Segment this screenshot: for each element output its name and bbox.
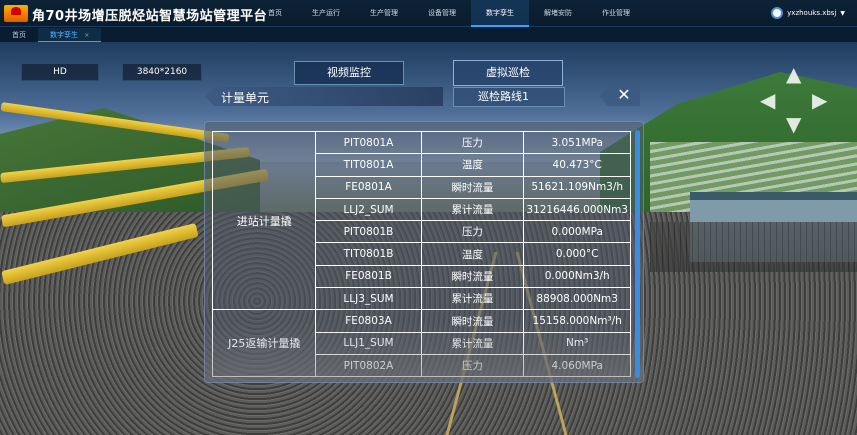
value-cell: 0.000Nm3/h bbox=[523, 264, 631, 289]
app-title: 角70井场增压脱烃站智慧场站管理平台 bbox=[32, 9, 268, 24]
tag-cell: LLJ3_SUM bbox=[315, 287, 422, 311]
tab-label: 首页 bbox=[12, 31, 26, 39]
close-panel-button[interactable]: ✕ bbox=[600, 86, 640, 106]
tag-cell: FE0801A bbox=[315, 175, 422, 199]
tab-home[interactable]: 首页 bbox=[0, 28, 38, 42]
arrow-left-icon[interactable]: ◀ bbox=[760, 90, 775, 110]
param-cell: 瞬时流量 bbox=[420, 264, 525, 289]
username: yxzhouks.xbsj bbox=[787, 9, 837, 17]
nav-item-equipment-management[interactable]: 设备管理 bbox=[413, 0, 471, 27]
scrollbar-thumb[interactable] bbox=[635, 130, 640, 378]
close-icon: ✕ bbox=[617, 85, 631, 104]
value-cell: Nm³ bbox=[523, 331, 631, 355]
virtual-patrol-button[interactable]: 虚拟巡检 bbox=[453, 60, 563, 86]
main-nav: 首页 生产运行 生产管理 设备管理 数字孪生 解堵安防 作业管理 bbox=[253, 0, 645, 27]
nav-item-production-operation[interactable]: 生产运行 bbox=[297, 0, 355, 27]
param-cell: 瞬时流量 bbox=[420, 175, 525, 199]
patrol-route-select[interactable]: 巡检路线1 bbox=[453, 87, 565, 107]
page-tabs: 首页 数字孪生 × bbox=[0, 28, 857, 42]
value-cell: 3.051MPa bbox=[523, 130, 631, 155]
param-cell: 累计流量 bbox=[420, 331, 525, 355]
value-cell: 31216446.000Nm3 bbox=[523, 197, 631, 222]
value-cell: 4.060MPa bbox=[523, 353, 631, 378]
nav-item-home[interactable]: 首页 bbox=[253, 0, 297, 27]
tag-cell: LLJ1_SUM bbox=[315, 331, 422, 355]
top-header: 角70井场增压脱烃站智慧场站管理平台 首页 生产运行 生产管理 设备管理 数字孪… bbox=[0, 0, 857, 27]
tag-cell: PIT0801B bbox=[315, 220, 422, 244]
chevron-down-icon: ▼ bbox=[840, 9, 845, 17]
scene-fence bbox=[650, 222, 857, 272]
user-menu[interactable]: yxzhouks.xbsj ▼ bbox=[771, 7, 845, 19]
param-cell: 压力 bbox=[420, 130, 525, 155]
tag-cell: TIT0801B bbox=[315, 242, 422, 266]
company-logo-icon bbox=[4, 5, 28, 22]
tag-cell: FE0801B bbox=[315, 264, 422, 289]
close-icon[interactable]: × bbox=[84, 32, 89, 39]
param-cell: 压力 bbox=[420, 220, 525, 244]
value-cell: 15158.000Nm³/h bbox=[523, 309, 631, 333]
value-cell: 0.000°C bbox=[523, 242, 631, 266]
metering-data-panel: 进站计量撬 PIT0801A 压力 3.051MPa TIT0801A 温度 4… bbox=[204, 121, 644, 383]
unit-title: 计量单元 bbox=[221, 91, 270, 105]
quality-selector[interactable]: HD bbox=[21, 63, 99, 81]
tab-digital-twin[interactable]: 数字孪生 × bbox=[38, 28, 102, 42]
arrow-right-icon[interactable]: ▶ bbox=[812, 90, 827, 110]
value-cell: 51621.109Nm3/h bbox=[523, 175, 631, 199]
resolution-selector[interactable]: 3840*2160 bbox=[122, 63, 202, 81]
value-cell: 88908.000Nm3 bbox=[523, 287, 631, 311]
group-cell: J25返输计量撬 bbox=[211, 309, 317, 378]
tab-label: 数字孪生 bbox=[50, 31, 78, 39]
arrow-down-icon[interactable]: ▼ bbox=[786, 114, 801, 134]
direction-pad: ▲ ▼ ◀ ▶ bbox=[758, 64, 834, 136]
value-cell: 0.000MPa bbox=[523, 220, 631, 244]
tag-cell: PIT0802A bbox=[315, 353, 422, 378]
param-cell: 累计流量 bbox=[420, 197, 525, 222]
arrow-up-icon[interactable]: ▲ bbox=[786, 64, 801, 84]
avatar bbox=[771, 7, 784, 19]
nav-item-operations[interactable]: 作业管理 bbox=[587, 0, 645, 27]
param-cell: 累计流量 bbox=[420, 287, 525, 311]
param-cell: 压力 bbox=[420, 353, 525, 378]
nav-item-production-management[interactable]: 生产管理 bbox=[355, 0, 413, 27]
param-cell: 温度 bbox=[420, 242, 525, 266]
tag-cell: PIT0801A bbox=[315, 130, 422, 155]
param-cell: 瞬时流量 bbox=[420, 309, 525, 333]
value-cell: 40.473°C bbox=[523, 153, 631, 177]
tag-cell: TIT0801A bbox=[315, 153, 422, 177]
nav-item-security[interactable]: 解堵安防 bbox=[529, 0, 587, 27]
group-cell: 进站计量撬 bbox=[211, 130, 317, 311]
tag-cell: FE0803A bbox=[315, 309, 422, 333]
param-cell: 温度 bbox=[420, 153, 525, 177]
table-row: 进站计量撬 PIT0801A 压力 3.051MPa bbox=[211, 130, 631, 311]
table-scrollbar[interactable] bbox=[635, 130, 640, 378]
table-row: J25返输计量撬 FE0803A 瞬时流量 15158.000Nm³/h bbox=[211, 309, 631, 378]
nav-item-digital-twin[interactable]: 数字孪生 bbox=[471, 0, 529, 27]
metering-table: 进站计量撬 PIT0801A 压力 3.051MPa TIT0801A 温度 4… bbox=[211, 130, 631, 378]
video-monitor-button[interactable]: 视频监控 bbox=[294, 61, 404, 85]
tag-cell: LLJ2_SUM bbox=[315, 197, 422, 222]
